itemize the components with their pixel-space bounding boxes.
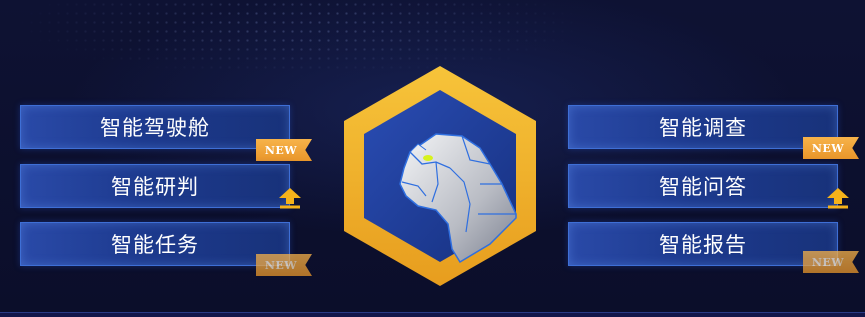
new-badge: NEW bbox=[256, 254, 312, 276]
menu-item-label: 智能研判 bbox=[111, 175, 199, 199]
menu-item-label: 智能任务 bbox=[111, 233, 199, 257]
menu-item-label: 智能问答 bbox=[659, 175, 747, 199]
new-badge: NEW bbox=[256, 139, 312, 161]
stage-background: 智能驾驶舱 NEW 智能研判 智能任务 NEW 智能调查 NEW 智能问答 智能… bbox=[0, 0, 865, 317]
menu-item-label: 智能驾驶舱 bbox=[100, 116, 210, 140]
menu-item-label: 智能报告 bbox=[659, 233, 747, 257]
menu-item-smart-qa[interactable]: 智能问答 bbox=[568, 164, 838, 208]
new-badge: NEW bbox=[803, 137, 859, 159]
up-arrow-icon bbox=[279, 188, 301, 209]
menu-item-smart-report[interactable]: 智能报告 bbox=[568, 222, 838, 266]
menu-item-smart-analysis[interactable]: 智能研判 bbox=[20, 164, 290, 208]
menu-item-smart-cockpit[interactable]: 智能驾驶舱 bbox=[20, 105, 290, 149]
menu-item-label: 智能调查 bbox=[659, 116, 747, 140]
up-arrow-icon bbox=[827, 188, 849, 209]
menu-item-smart-task[interactable]: 智能任务 bbox=[20, 222, 290, 266]
leopard-head-icon bbox=[344, 66, 536, 286]
bottom-divider bbox=[0, 312, 865, 317]
menu-item-smart-survey[interactable]: 智能调查 bbox=[568, 105, 838, 149]
new-badge: NEW bbox=[803, 251, 859, 273]
